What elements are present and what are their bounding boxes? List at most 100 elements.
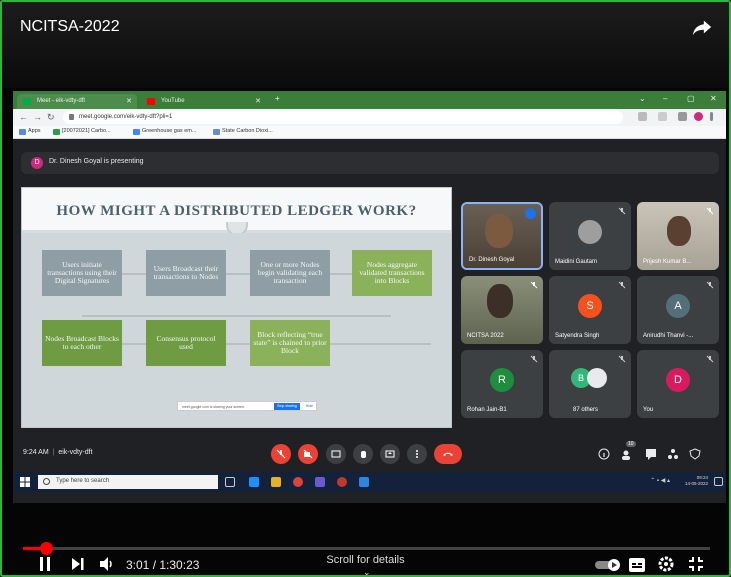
camera-icon[interactable] <box>638 112 647 121</box>
back-arrow-icon[interactable]: ← <box>19 112 28 122</box>
explorer-icon[interactable] <box>249 477 259 487</box>
info-icon[interactable] <box>598 448 610 460</box>
settings-gear-icon[interactable] <box>658 556 674 572</box>
flow-box: Nodes Broadcast Blocks to each other <box>42 320 122 366</box>
camera-toggle-button[interactable] <box>298 444 318 464</box>
captions-icon <box>331 450 341 458</box>
raise-hand-button[interactable] <box>353 444 373 464</box>
video-title: NCITSA-2022 <box>20 18 120 35</box>
app-icon[interactable] <box>315 477 325 487</box>
mic-off-icon <box>618 207 626 215</box>
system-tray[interactable]: ⌃ ▪ ◀ ▴ <box>650 477 670 484</box>
folder-icon[interactable] <box>271 477 281 487</box>
avatar: A <box>666 294 690 318</box>
hide-button[interactable]: Hide <box>306 404 313 408</box>
taskbar-search-input[interactable]: Type here to search <box>38 475 218 489</box>
presentation-slide: HOW MIGHT A DISTRIBUTED LEDGER WORK? Use… <box>21 187 452 428</box>
end-call-button[interactable] <box>434 444 462 464</box>
more-vertical-icon <box>416 450 418 458</box>
mic-off-icon <box>530 355 538 363</box>
taskbar-clock[interactable]: 09:24 14-05-2022 <box>685 475 708 487</box>
captions-button[interactable] <box>326 444 346 464</box>
menu-kebab-icon[interactable] <box>710 112 713 121</box>
close-icon[interactable]: ✕ <box>126 97 132 105</box>
participant-tile[interactable]: Prijesh Kumar B... <box>637 202 719 270</box>
minimize-button[interactable]: – <box>663 94 667 103</box>
star-icon[interactable] <box>658 112 667 121</box>
present-screen-icon <box>385 450 395 458</box>
people-icon <box>622 450 630 460</box>
subtitles-icon[interactable] <box>629 558 645 572</box>
participant-name: Satyendra Singh <box>555 333 600 339</box>
new-tab-button[interactable]: + <box>275 94 280 103</box>
reload-icon[interactable]: ↻ <box>47 112 55 123</box>
tab-youtube[interactable]: YouTube ✕ <box>141 94 266 109</box>
maximize-button[interactable]: ▢ <box>687 94 695 103</box>
meet-icon <box>23 98 31 105</box>
flow-box: Users initiate transactions using their … <box>42 250 122 296</box>
mic-off-icon <box>706 355 714 363</box>
slide-title: HOW MIGHT A DISTRIBUTED LEDGER WORK? <box>56 203 417 219</box>
fullscreen-exit-icon[interactable] <box>689 557 703 571</box>
tab-label: Meet - eik-vdty-dft <box>37 98 86 104</box>
search-icon <box>43 478 50 485</box>
bookmark-item[interactable]: Apps <box>19 128 41 135</box>
participant-tile[interactable]: S Satyendra Singh <box>549 276 631 344</box>
browser-tabstrip: Meet - eik-vdty-dft ✕ YouTube ✕ + ⌄ – ▢ … <box>13 91 726 109</box>
participant-tile[interactable]: A Anirudhi Thanvi -... <box>637 276 719 344</box>
flow-box: Nodes aggregate validated transactions i… <box>352 250 432 296</box>
forward-arrow-icon[interactable]: → <box>33 112 42 122</box>
progress-bar[interactable] <box>23 542 710 555</box>
shared-screen: Meet - eik-vdty-dft ✕ YouTube ✕ + ⌄ – ▢ … <box>13 91 726 503</box>
window-close-button[interactable]: ✕ <box>710 94 717 103</box>
mic-off-icon <box>618 355 626 363</box>
participant-tile-self[interactable]: D You <box>637 350 719 418</box>
share-arrow-icon[interactable] <box>691 16 713 38</box>
slide-body: Users initiate transactions using their … <box>22 233 451 427</box>
video-controls: 3:01 / 1:30:23 Scroll for details ⌄ <box>2 530 729 575</box>
bookmark-item[interactable]: State Carbon Dioxi... <box>213 128 273 135</box>
profile-avatar[interactable] <box>694 112 703 121</box>
activities-icon[interactable] <box>667 448 679 460</box>
participant-name: Dr. Dinesh Goyal <box>469 257 515 263</box>
tab-label: YouTube <box>161 98 185 104</box>
address-bar[interactable]: meet.google.com/eik-vdty-dft?pli=1 <box>63 111 623 124</box>
chat-icon[interactable] <box>645 448 657 460</box>
more-options-button[interactable] <box>407 444 427 464</box>
mic-off-icon <box>618 281 626 289</box>
meeting-info: 9:24 AM | eik-vdty-dft <box>23 449 93 456</box>
tab-search-chevron-icon[interactable]: ⌄ <box>639 94 646 103</box>
present-button[interactable] <box>380 444 400 464</box>
stop-sharing-button[interactable]: Stop sharing <box>274 403 300 410</box>
tab-meet[interactable]: Meet - eik-vdty-dft ✕ <box>17 94 137 109</box>
phone-hangup-icon <box>443 452 453 456</box>
flow-box: Users Broadcast their transactions to No… <box>146 250 226 296</box>
participant-name: Anirudhi Thanvi -... <box>643 333 694 339</box>
bookmark-item[interactable]: [20072021] Carbo... <box>53 128 111 135</box>
autoplay-toggle[interactable] <box>595 559 621 571</box>
avatar <box>587 368 607 388</box>
app-icon[interactable] <box>337 477 347 487</box>
task-view-icon[interactable] <box>225 477 235 487</box>
app-icon[interactable] <box>359 477 369 487</box>
mic-toggle-button[interactable] <box>271 444 291 464</box>
extensions-icon[interactable] <box>678 112 687 121</box>
participant-name: Rohan Jain-B1 <box>467 407 507 413</box>
notification-icon[interactable] <box>714 477 723 486</box>
participant-tile-others[interactable]: B 87 others <box>549 350 631 418</box>
video-player-frame[interactable]: NCITSA-2022 Meet - eik-vdty-dft ✕ YouTub… <box>0 0 731 577</box>
participant-tile[interactable]: Maidini Gautam <box>549 202 631 270</box>
participant-name: 87 others <box>573 407 599 413</box>
participant-tile[interactable]: R Rohan Jain-B1 <box>461 350 543 418</box>
participant-count-badge: 10 <box>626 441 636 447</box>
flow-box: Block reflecting “true state” is chained… <box>250 320 330 366</box>
close-icon[interactable]: ✕ <box>255 97 261 105</box>
windows-start-icon[interactable] <box>20 477 30 487</box>
chevron-down-icon[interactable]: ⌄ <box>363 567 371 575</box>
host-controls-icon[interactable] <box>689 448 701 460</box>
participant-tile[interactable]: Dr. Dinesh Goyal <box>461 202 543 270</box>
participant-tile[interactable]: NCITSA 2022 <box>461 276 543 344</box>
bookmark-item[interactable]: Greenhouse gas em... <box>133 128 196 135</box>
chrome-icon[interactable] <box>293 477 303 487</box>
participants-button[interactable]: 10 <box>618 441 636 462</box>
